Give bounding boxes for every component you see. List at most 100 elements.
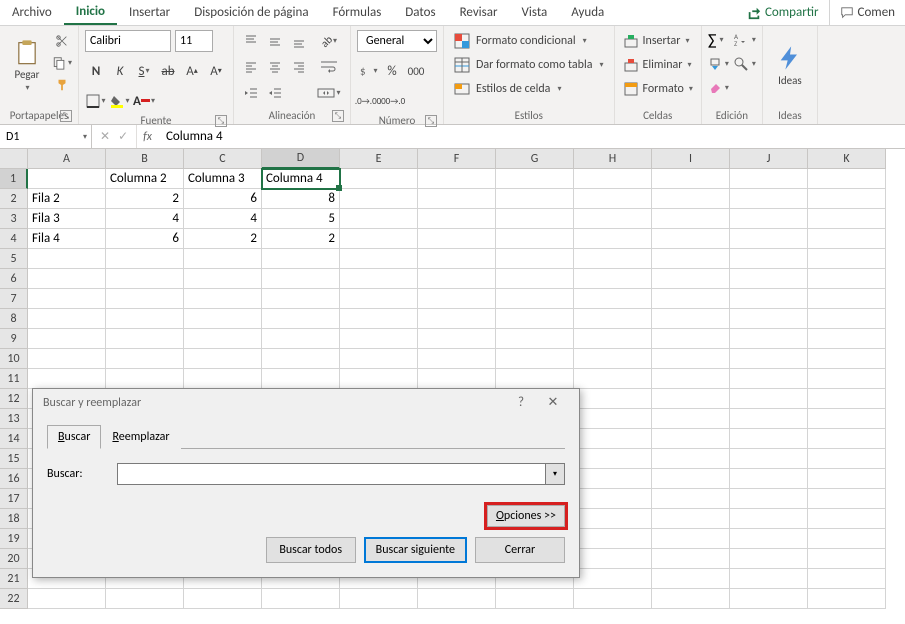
font-name-select[interactable] [85,30,171,52]
cell[interactable] [652,229,730,249]
cell[interactable] [340,589,418,609]
cell[interactable] [418,329,496,349]
cell[interactable] [418,169,496,189]
cell[interactable] [496,229,574,249]
row-header[interactable]: 19 [0,529,28,549]
row-header[interactable]: 12 [0,389,28,409]
cell[interactable] [730,329,808,349]
cell[interactable]: 2 [184,229,262,249]
row-header[interactable]: 20 [0,549,28,569]
cell[interactable] [574,569,652,589]
italic-button[interactable]: K [109,60,131,82]
cell[interactable] [574,589,652,609]
row-header[interactable]: 14 [0,429,28,449]
format-table-button[interactable]: Dar formato como tabla▾ [450,54,608,76]
row-header[interactable]: 6 [0,269,28,289]
tab-replace[interactable]: Reemplazar [101,425,180,449]
align-center-button[interactable] [264,56,286,78]
row-header[interactable]: 2 [0,189,28,209]
row-header[interactable]: 17 [0,489,28,509]
align-right-button[interactable] [288,56,310,78]
cell[interactable] [574,389,652,409]
merge-button[interactable]: ▾ [314,82,344,104]
align-middle-button[interactable] [264,30,286,52]
cell[interactable] [652,449,730,469]
format-painter-button[interactable] [52,76,72,94]
cell[interactable] [262,289,340,309]
cell[interactable] [340,289,418,309]
font-size-select[interactable] [175,30,213,52]
cell[interactable] [28,249,106,269]
row-header[interactable]: 3 [0,209,28,229]
cell[interactable] [106,309,184,329]
cell[interactable] [418,229,496,249]
cell[interactable] [574,309,652,329]
cell[interactable] [652,389,730,409]
cell[interactable] [340,169,418,189]
name-box[interactable]: D1▾ [0,125,92,148]
close-button[interactable]: Cerrar [475,537,565,563]
cell[interactable] [574,409,652,429]
menu-ayuda[interactable]: Ayuda [559,0,616,25]
column-header[interactable]: J [730,149,808,169]
cell[interactable] [808,469,886,489]
cell[interactable]: 8 [262,189,340,209]
cell[interactable] [184,369,262,389]
cell[interactable] [496,329,574,349]
cell[interactable] [340,229,418,249]
border-button[interactable]: ▾ [85,90,107,112]
cell[interactable] [808,329,886,349]
cell[interactable]: 2 [262,229,340,249]
grow-font-button[interactable]: A▴ [181,60,203,82]
cell[interactable] [808,249,886,269]
cell[interactable] [808,269,886,289]
menu-datos[interactable]: Datos [393,0,447,25]
cell[interactable] [808,309,886,329]
cell[interactable] [652,329,730,349]
column-header[interactable]: E [340,149,418,169]
cell[interactable] [496,289,574,309]
cell[interactable] [730,449,808,469]
cell[interactable] [730,369,808,389]
cell[interactable] [418,349,496,369]
cell[interactable] [106,249,184,269]
increase-indent-button[interactable] [264,82,286,104]
cell[interactable] [574,469,652,489]
cell[interactable] [418,209,496,229]
cell[interactable] [418,249,496,269]
column-header[interactable]: I [652,149,730,169]
cell[interactable]: 6 [184,189,262,209]
conditional-format-button[interactable]: Formato condicional▾ [450,30,591,52]
cell[interactable] [652,209,730,229]
cell[interactable] [574,429,652,449]
cell[interactable] [418,189,496,209]
column-header[interactable]: B [106,149,184,169]
clear-button[interactable]: ▾ [708,78,729,98]
column-header[interactable]: F [418,149,496,169]
cell[interactable] [730,509,808,529]
cell[interactable] [808,289,886,309]
font-color-button[interactable]: A▾ [133,90,155,112]
cell[interactable]: 5 [262,209,340,229]
cell[interactable] [652,489,730,509]
cell[interactable] [574,209,652,229]
cell[interactable] [28,329,106,349]
launcher-icon[interactable]: ⤡ [60,110,72,122]
find-all-button[interactable]: Buscar todos [266,537,356,563]
cell[interactable] [808,229,886,249]
cell[interactable] [652,569,730,589]
cell[interactable] [574,249,652,269]
row-header[interactable]: 7 [0,289,28,309]
cell[interactable]: 6 [106,229,184,249]
cell[interactable] [184,249,262,269]
cell[interactable] [730,189,808,209]
cell[interactable] [652,289,730,309]
cell[interactable] [730,469,808,489]
orientation-button[interactable]: ab▾ [314,30,344,52]
menu-inicio[interactable]: Inicio [64,0,117,25]
cell[interactable] [730,209,808,229]
delete-cells-button[interactable]: Eliminar▾ [621,54,694,76]
row-header[interactable]: 16 [0,469,28,489]
cell[interactable] [808,449,886,469]
wrap-text-button[interactable] [314,56,344,78]
